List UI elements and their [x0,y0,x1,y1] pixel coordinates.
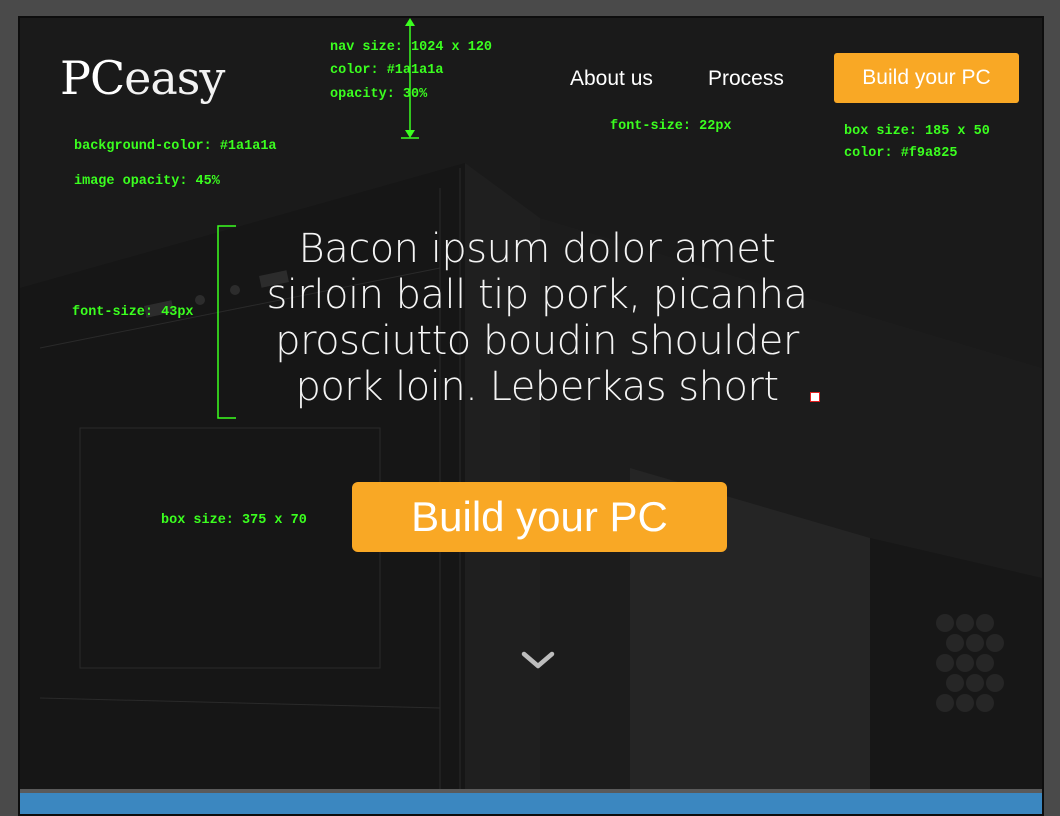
nav-build-your-pc-button[interactable]: Build your PC [834,53,1019,103]
logo-light: easy [124,51,225,105]
annotation-title-font-size: font-size: 43px [72,305,194,320]
annotation-nav-opacity: opacity: 30% [330,87,428,102]
title-bracket-icon [217,225,236,419]
logo-bold: PC [60,51,125,105]
hero-build-your-pc-button[interactable]: Build your PC [352,482,727,552]
annotation-hero-button-size: box size: 375 x 70 [161,513,307,528]
annotation-image-opacity: image opacity: 45% [74,174,220,189]
annotation-link-font-size: font-size: 22px [610,119,732,134]
nav-link-process[interactable]: Process [708,64,784,94]
top-navigation: PCeasy About us Process Build your PC [20,18,1042,138]
page-mockup: PCeasy About us Process Build your PC na… [18,16,1044,816]
annotation-nav-size: nav size: 1024 x 120 [330,40,493,55]
annotation-nav-button-size: box size: 185 x 50 [844,124,990,139]
logo[interactable]: PCeasy [60,48,225,108]
text-cursor-marker [810,392,820,402]
nav-link-about-us[interactable]: About us [570,64,653,94]
nav-height-arrow-icon [401,18,419,139]
annotation-nav-button-color: color: #f9a825 [844,146,958,161]
next-section-bar [20,789,1042,814]
hero-title: Bacon ipsum dolor amet sirloin ball tip … [266,226,808,410]
chevron-down-icon[interactable] [520,648,556,672]
annotation-nav-color: color: #1a1a1a [330,63,444,78]
annotation-bg-color: background-color: #1a1a1a [74,139,277,154]
